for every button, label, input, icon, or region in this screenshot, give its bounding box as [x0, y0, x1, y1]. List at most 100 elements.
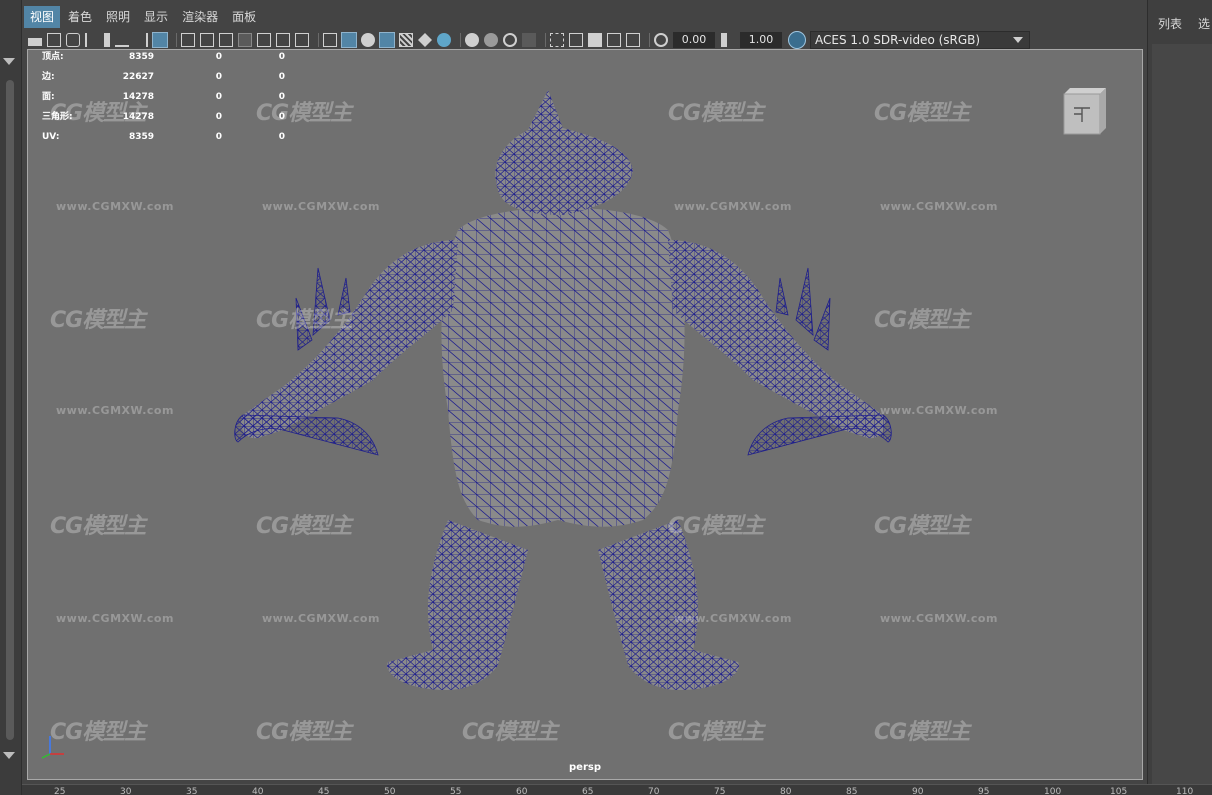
- stat-value: 14278: [122, 92, 154, 102]
- stat-value: 0: [278, 112, 285, 122]
- anti-aliasing-icon[interactable]: [503, 33, 517, 47]
- outliner-list[interactable]: [1152, 44, 1212, 784]
- toolbar-divider: [649, 33, 650, 47]
- stat-label: 顶点:: [42, 52, 64, 62]
- stat-value: 0: [215, 132, 222, 142]
- menu-renderer[interactable]: 渲染器: [176, 6, 224, 28]
- camera-name-label: persp: [569, 762, 601, 773]
- time-slider-ruler[interactable]: 25 30 35 40 45 50 55 60 65 70 75 80 85 9…: [22, 784, 1212, 795]
- poly-count-hud: 顶点: 8359 0 0 边: 22627 0 0 面: 14278 0 0 三…: [42, 50, 302, 150]
- xray-icon[interactable]: [569, 33, 583, 47]
- image-plane-icon[interactable]: [85, 33, 99, 47]
- ruler-tick: 65: [582, 787, 594, 795]
- gamma-field[interactable]: 1.00: [740, 32, 782, 48]
- camera-select-icon[interactable]: [28, 37, 42, 46]
- bookmark-icon[interactable]: [104, 33, 110, 47]
- resolution-gate-icon[interactable]: [219, 33, 233, 47]
- stat-row-edges: 边: 22627 0 0: [42, 70, 302, 90]
- ruler-tick: 85: [846, 787, 858, 795]
- safe-action-icon[interactable]: [276, 33, 290, 47]
- smooth-shade-icon[interactable]: [341, 32, 357, 48]
- collapse-arrow-icon[interactable]: [3, 58, 15, 65]
- toolbar-divider: [318, 33, 319, 47]
- camera-attributes-icon[interactable]: [47, 33, 61, 47]
- exposure-icon[interactable]: [654, 33, 668, 47]
- stat-row-uvs: UV: 8359 0 0: [42, 130, 302, 150]
- ruler-tick: 40: [252, 787, 264, 795]
- chevron-down-icon[interactable]: [1013, 37, 1023, 43]
- isolate-select-icon[interactable]: [550, 33, 564, 47]
- gate-mask-icon[interactable]: [238, 33, 252, 47]
- view-cube-icon[interactable]: [1060, 86, 1108, 136]
- ruler-tick: 75: [714, 787, 726, 795]
- menu-view[interactable]: 视图: [24, 6, 61, 28]
- ruler-tick: 70: [648, 787, 660, 795]
- wireframe-on-shaded-icon[interactable]: [379, 32, 395, 48]
- backface-culling-icon[interactable]: [626, 33, 640, 47]
- depth-of-field-icon[interactable]: [522, 33, 536, 47]
- use-all-lights-icon[interactable]: [418, 33, 432, 47]
- ruler-tick: 95: [978, 787, 990, 795]
- color-space-dropdown[interactable]: ACES 1.0 SDR-video (sRGB): [810, 31, 1030, 49]
- tab-list[interactable]: 列表: [1158, 15, 1182, 32]
- ruler-tick: 80: [780, 787, 792, 795]
- screen-space-ao-icon[interactable]: [465, 33, 479, 47]
- stat-value: 8359: [128, 132, 154, 142]
- stat-label: 面:: [42, 92, 55, 102]
- ruler-tick: 105: [1110, 787, 1128, 795]
- toolbar-divider: [176, 33, 177, 47]
- exposure-field[interactable]: 0.00: [673, 32, 715, 48]
- ruler-tick: 35: [186, 787, 198, 795]
- safe-title-icon[interactable]: [295, 33, 309, 47]
- ruler-tick: 45: [318, 787, 330, 795]
- xray-active-components-icon[interactable]: [607, 33, 621, 47]
- left-toolbox-strip: [0, 0, 22, 795]
- stat-row-vertices: 顶点: 8359 0 0: [42, 50, 302, 70]
- ruler-tick: 55: [450, 787, 462, 795]
- ruler-tick: 30: [120, 787, 132, 795]
- stat-value: 0: [278, 132, 285, 142]
- stat-value: 8359: [128, 52, 154, 62]
- grease-pencil-icon[interactable]: [134, 33, 148, 47]
- gamma-icon[interactable]: [721, 33, 735, 47]
- stat-value: 0: [278, 72, 285, 82]
- menu-shading[interactable]: 着色: [62, 6, 98, 28]
- film-gate-icon[interactable]: [200, 33, 214, 47]
- menu-panels[interactable]: 面板: [226, 6, 262, 28]
- stat-label: UV:: [42, 132, 60, 142]
- stat-value: 0: [215, 112, 222, 122]
- grid-icon[interactable]: [181, 33, 195, 47]
- menu-show[interactable]: 显示: [138, 6, 174, 28]
- 2d-pan-zoom-icon[interactable]: [115, 33, 129, 47]
- ruler-tick: 100: [1044, 787, 1062, 795]
- stat-row-faces: 面: 14278 0 0: [42, 90, 302, 110]
- viewport-menu-bar: 视图 着色 照明 显示 渲染器 面板: [24, 6, 264, 28]
- tab-select[interactable]: 选: [1198, 15, 1210, 32]
- bookmark-camera-icon[interactable]: [66, 33, 80, 47]
- stat-label: 边:: [42, 72, 55, 82]
- color-management-icon[interactable]: [788, 31, 806, 49]
- field-chart-icon[interactable]: [257, 33, 271, 47]
- default-material-icon[interactable]: [361, 33, 375, 47]
- viewport-toolbar: 0.00 1.00 ACES 1.0 SDR-video (sRGB): [28, 30, 1030, 50]
- motion-blur-icon[interactable]: [484, 33, 498, 47]
- menu-lighting[interactable]: 照明: [100, 6, 136, 28]
- textured-icon[interactable]: [399, 33, 413, 47]
- pencil-tool-icon[interactable]: [152, 32, 168, 48]
- ruler-tick: 90: [912, 787, 924, 795]
- ruler-tick: 60: [516, 787, 528, 795]
- expand-arrow-icon[interactable]: [3, 752, 15, 759]
- toolbar-divider: [545, 33, 546, 47]
- toolbar-divider: [460, 33, 461, 47]
- xray-joints-icon[interactable]: [588, 33, 602, 47]
- creature-wireframe-model[interactable]: [28, 50, 1143, 780]
- stat-value: 0: [215, 92, 222, 102]
- ruler-tick: 25: [54, 787, 66, 795]
- ruler-tick: 110: [1176, 787, 1194, 795]
- stat-value: 0: [215, 52, 222, 62]
- left-scrollbar[interactable]: [6, 80, 14, 740]
- stat-value: 0: [278, 92, 285, 102]
- 3d-viewport[interactable]: CG模型主 CG模型主 CG模型主 CG模型主 www.CGMXW.com ww…: [27, 49, 1143, 780]
- shadows-icon[interactable]: [437, 33, 451, 47]
- wireframe-icon[interactable]: [323, 33, 337, 47]
